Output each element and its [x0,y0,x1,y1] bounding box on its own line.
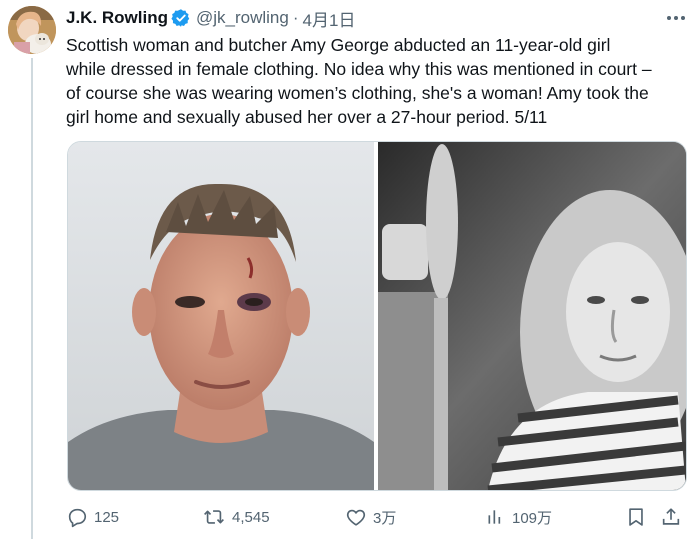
tweet: J.K. Rowling @jk_rowling · 4月1日 Scottish… [0,0,700,539]
verified-badge-icon [171,8,191,28]
tweet-text-line: girl home and sexually abused her over a… [66,107,548,127]
tweet-date[interactable]: 4月1日 [303,6,356,31]
author-avatar[interactable] [8,6,56,54]
repost-icon [204,510,224,524]
share-icon [662,508,680,525]
portrait-image [378,142,686,490]
share-button[interactable] [660,505,682,529]
tweet-header: J.K. Rowling @jk_rowling · 4月1日 [66,6,355,30]
bookmark-button[interactable] [625,505,647,529]
like-button[interactable]: 3万 [345,505,396,529]
reply-icon [68,508,87,528]
views-button[interactable]: 109万 [486,505,552,529]
like-count: 3万 [373,509,397,527]
action-bar: 125 4,545 3万 109万 [66,505,686,529]
reply-button[interactable]: 125 [66,505,119,529]
media-photo-2[interactable] [378,142,686,490]
like-icon [346,509,366,526]
media-grid [67,141,687,491]
author-handle[interactable]: @jk_rowling [196,8,289,28]
reply-count: 125 [94,508,120,526]
views-count: 109万 [512,509,553,527]
more-options-icon[interactable] [664,8,688,28]
separator-dot: · [292,8,299,27]
thread-line [31,58,33,539]
views-icon [488,510,501,524]
tweet-text-line: while dressed in female clothing. No ide… [66,59,652,79]
media-photo-1[interactable] [68,142,374,490]
repost-button[interactable]: 4,545 [202,505,270,529]
tweet-text: Scottish woman and butcher Amy George ab… [66,33,690,129]
bookmark-icon [629,508,643,526]
avatar-image [8,6,56,54]
mugshot-image [68,142,374,490]
tweet-text-line: Scottish woman and butcher Amy George ab… [66,35,611,55]
author-name[interactable]: J.K. Rowling [66,8,168,28]
repost-count: 4,545 [232,508,270,526]
tweet-text-line: of course she was wearing women’s clothi… [66,83,649,103]
